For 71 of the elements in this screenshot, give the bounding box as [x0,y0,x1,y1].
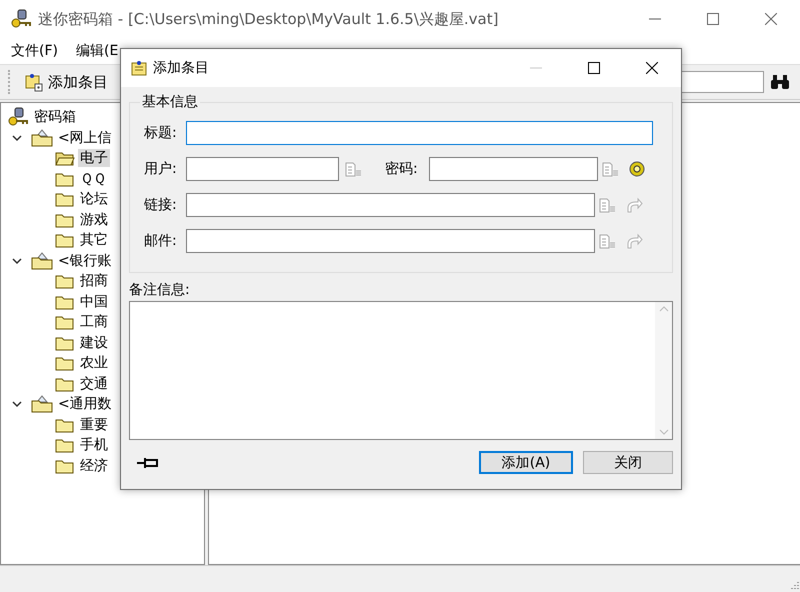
folder-icon [55,314,75,330]
folder-icon [55,273,75,290]
menu-item[interactable]: 文件(F) [6,42,63,60]
tree-item[interactable]: 电子 [78,149,110,168]
open-folder-icon [55,150,75,166]
tree-item[interactable]: 密码箱 [32,108,78,126]
folder-icon [55,416,75,433]
pin-icon[interactable] [137,456,159,468]
tree-item[interactable]: 建设 [78,334,110,352]
folder-icon [55,458,75,474]
minimize-icon[interactable] [649,18,661,20]
folder-icon [31,395,53,414]
folder-icon [31,252,53,270]
add-entry-button[interactable]: 添加条目 [20,69,112,95]
copy-icon[interactable] [602,162,618,176]
window-title: 迷你密码箱 - [C:\Users\ming\Desktop\MyVault 1.6.5\兴趣屋.vat] [38,10,500,28]
tree-item[interactable]: 经济 [78,456,110,475]
folder-icon [55,334,75,351]
binoculars-icon[interactable] [770,74,790,90]
field-label: 密码: [385,160,419,178]
keys-icon [10,9,32,29]
input-field[interactable] [429,157,598,181]
folder-icon [55,232,75,248]
minimize-icon [530,67,542,69]
copy-icon[interactable] [598,234,616,248]
dialog-title: 添加条目 [153,59,210,77]
tree-item[interactable]: <银行账 [56,252,114,270]
note-icon [131,60,147,76]
tree-item[interactable]: 其它 [78,231,110,250]
folder-icon [55,376,75,392]
folder-icon [31,128,53,147]
tree-item[interactable]: 手机 [78,436,110,454]
folder-icon [55,437,75,454]
close-icon[interactable] [646,62,658,74]
field-label: 邮件: [144,232,178,250]
input-field[interactable] [186,193,595,217]
tree-item[interactable]: 交通 [78,374,110,393]
folder-icon [55,212,75,228]
folder-icon [55,191,75,208]
keys-icon [7,107,29,128]
maximize-icon[interactable] [588,62,600,74]
menu-item[interactable]: 编辑(E [70,42,124,60]
field-label: 标题: [144,124,178,142]
folder-icon [55,170,75,187]
resize-grip-icon[interactable] [788,580,800,592]
add-button[interactable]: 添加(A) [479,451,573,474]
tree-item[interactable]: 中国 [78,292,110,311]
tree-item[interactable]: <通用数 [56,395,114,414]
notes-label: 备注信息: [129,282,190,298]
close-button[interactable]: 关闭 [583,451,673,474]
copy-icon[interactable] [598,198,616,212]
tree-item[interactable]: 工商 [78,313,110,332]
tree-item[interactable]: 重要 [78,416,110,434]
input-field[interactable] [186,229,595,253]
notes-field[interactable] [129,301,673,440]
tree-item[interactable]: 论坛 [78,190,110,208]
folder-icon [55,294,75,310]
tree-item[interactable]: 招商 [78,272,110,290]
input-field[interactable] [186,121,653,145]
tree-item[interactable]: 游戏 [78,210,110,229]
tree-item[interactable]: ＱＱ [78,170,108,188]
group-title: 基本信息 [141,93,199,111]
field-label: 用户: [144,160,178,178]
input-field[interactable] [186,157,339,181]
tree-item[interactable]: <网上信 [56,128,114,147]
gear-icon[interactable] [629,161,645,177]
field-label: 链接: [144,196,178,214]
copy-icon[interactable] [345,162,362,176]
folder-icon [55,355,75,372]
tree-item[interactable]: 农业 [78,354,110,372]
note-icon [24,72,44,92]
